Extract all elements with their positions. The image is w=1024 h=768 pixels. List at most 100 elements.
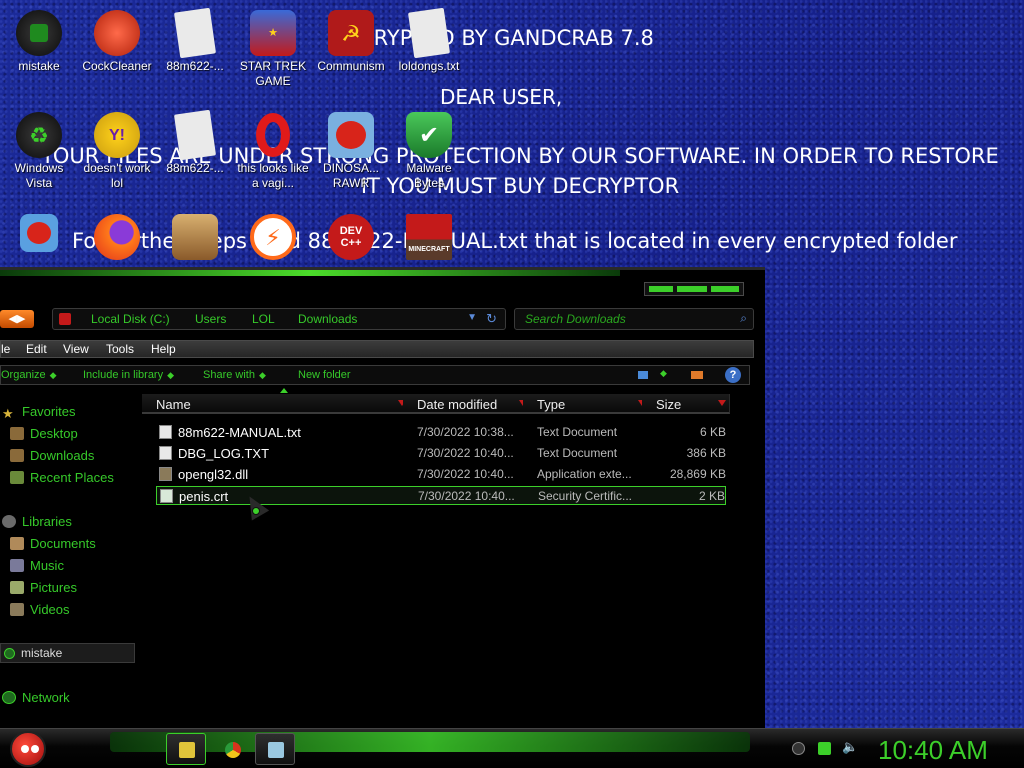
opera-icon [250,112,296,158]
search-input[interactable]: Search Downloads ⌕ [514,308,754,330]
nav-downloads[interactable]: Downloads [10,448,94,463]
nav-desktop[interactable]: Desktop [10,426,78,441]
text-file-icon [159,425,172,439]
menu-help[interactable]: Help [151,342,176,356]
nav-pictures[interactable]: Pictures [10,580,77,595]
file-type: Application exte... [537,467,632,481]
network-tray-icon[interactable] [818,742,831,755]
taskbar: 🔈 10:40 AM [0,728,1024,768]
back-forward-buttons[interactable]: ◀▶ [0,310,34,328]
new-folder-button[interactable]: New folder [298,369,351,381]
nav-music-label: Music [30,558,64,573]
desktop-icon-malwarebytes[interactable]: ✔ Malware Bytes [390,112,468,191]
minimize-button[interactable] [649,286,673,292]
breadcrumb-downloads[interactable]: Downloads [298,312,357,326]
desktop-icon-lightning[interactable]: ⚡ [234,214,312,263]
desktop-icon-88m622-2[interactable]: 88m622-... [156,109,234,176]
organize-button[interactable]: Organize ◆ [1,369,57,381]
preview-pane-icon[interactable] [691,371,703,379]
nav-music[interactable]: Music [10,558,64,573]
nav-homegroup-mistake[interactable]: mistake [0,643,135,663]
desktop-icon-label: 88m622-... [166,161,224,175]
desktop-icon-angry-birds[interactable] [0,214,78,255]
show-hidden-icons[interactable] [792,742,805,755]
nav-documents[interactable]: Documents [10,536,96,551]
nav-videos[interactable]: Videos [10,602,70,617]
desktop-icon-cockcleaner[interactable]: CockCleaner [78,10,156,74]
desktop-icon-communism[interactable]: ☭ Communism [312,10,390,74]
column-header-date[interactable]: Date modified [403,394,531,414]
nav-favorites[interactable]: ★ Favorites [2,404,75,421]
start-eye-icon [31,745,39,753]
file-type: Security Certific... [538,489,633,503]
nav-libraries-label: Libraries [22,514,72,529]
breadcrumb-local-disk[interactable]: Local Disk (C:) [91,312,170,326]
taskbar-explorer-button[interactable] [166,733,206,765]
file-row[interactable]: 88m622-MANUAL.txt 7/30/2022 10:38... Tex… [156,423,726,442]
lightning-app-icon: ⚡ [250,214,296,260]
file-name: opengl32.dll [178,467,249,482]
desktop-icon-star-trek-game[interactable]: ★ STAR TREK GAME [234,10,312,89]
menu-edit[interactable]: Edit [26,342,47,356]
desktop-icon-label: Communism [317,59,385,73]
dropdown-dot-icon: ◆ [167,370,175,380]
address-bar[interactable]: Local Disk (C:) Users LOL Downloads ▼ ↻ [52,308,506,330]
desktop-icon-mistake[interactable]: mistake [0,10,78,74]
menu-view[interactable]: View [63,342,89,356]
desktop-icon-label: mistake [18,59,60,73]
taskbar-clock[interactable]: 10:40 AM [878,735,988,766]
refresh-icon[interactable]: ↻ [486,311,497,327]
desktop-icon-angry-birds-seasons[interactable] [156,214,234,263]
explorer-window[interactable]: ◀▶ Local Disk (C:) Users LOL Downloads ▼… [0,267,765,731]
breadcrumb-users[interactable]: Users [195,312,226,326]
breadcrumb-lol[interactable]: LOL [252,312,275,326]
nav-libraries[interactable]: Libraries [2,514,72,529]
share-with-button[interactable]: Share with ◆ [203,369,266,381]
desktop-icon-opera[interactable]: this looks like a vagi... [234,112,312,191]
file-row[interactable]: opengl32.dll 7/30/2022 10:40... Applicat… [156,465,726,484]
desktop-icon-firefox[interactable] [78,214,156,263]
desktop-icon-windows-vista[interactable]: ♻ Windows Vista [0,112,78,191]
desktop-icon-doesnt-work[interactable]: Y! doesn't work lol [78,112,156,191]
desktop-icon-dinosaur[interactable]: DINOSA... RAWR [312,112,390,191]
close-button[interactable] [711,286,739,292]
chrome-icon [225,742,241,758]
column-dropdown-icon[interactable] [718,400,726,406]
desktop-icon-label: CockCleaner [82,59,152,73]
angry-birds-icon [328,112,374,158]
menu-file[interactable]: le [1,342,10,356]
column-header-size[interactable]: Size [642,394,730,414]
taskbar-chrome-button[interactable] [212,733,252,765]
desktop-icon-loldongs[interactable]: loldongs.txt [390,7,468,74]
dropdown-dot-icon: ◆ [49,370,57,380]
include-in-library-button[interactable]: Include in library ◆ [83,369,174,381]
file-row[interactable]: DBG_LOG.TXT 7/30/2022 10:40... Text Docu… [156,444,726,463]
notepad-icon [268,742,284,758]
view-options-dot-icon[interactable]: ◆ [660,368,667,379]
start-button[interactable] [10,731,46,767]
desktop-icon-minecraft[interactable]: MINECRAFT [390,214,468,263]
chevron-down-icon[interactable]: ▼ [467,312,477,323]
yahoo-messenger-icon: Y! [94,112,140,158]
column-header-type[interactable]: Type [523,394,650,414]
volume-icon[interactable]: 🔈 [842,739,858,754]
desktop-icon-88m622-1[interactable]: 88m622-... [156,7,234,74]
libraries-icon [2,515,16,528]
column-header-name[interactable]: Name [142,394,410,414]
window-controls[interactable] [644,282,744,296]
nav-network[interactable]: Network [2,690,70,705]
file-name: DBG_LOG.TXT [178,446,270,461]
taskbar-notepad-button[interactable] [255,733,295,765]
menu-tools[interactable]: Tools [106,342,134,356]
text-file-icon [407,7,451,59]
desktop-icon-label: this looks like a vagi... [237,161,309,190]
maximize-button[interactable] [677,286,707,292]
pictures-icon [10,581,24,594]
help-icon[interactable]: ? [725,367,741,383]
minecraft-icon: MINECRAFT [406,214,452,260]
cursor-busy-icon [252,507,260,515]
nav-recent-places[interactable]: Recent Places [10,470,114,485]
change-view-icon[interactable] [638,371,648,379]
nav-homegroup-label: mistake [21,646,63,660]
desktop-icon-devcpp[interactable]: DEV C++ [312,214,390,263]
